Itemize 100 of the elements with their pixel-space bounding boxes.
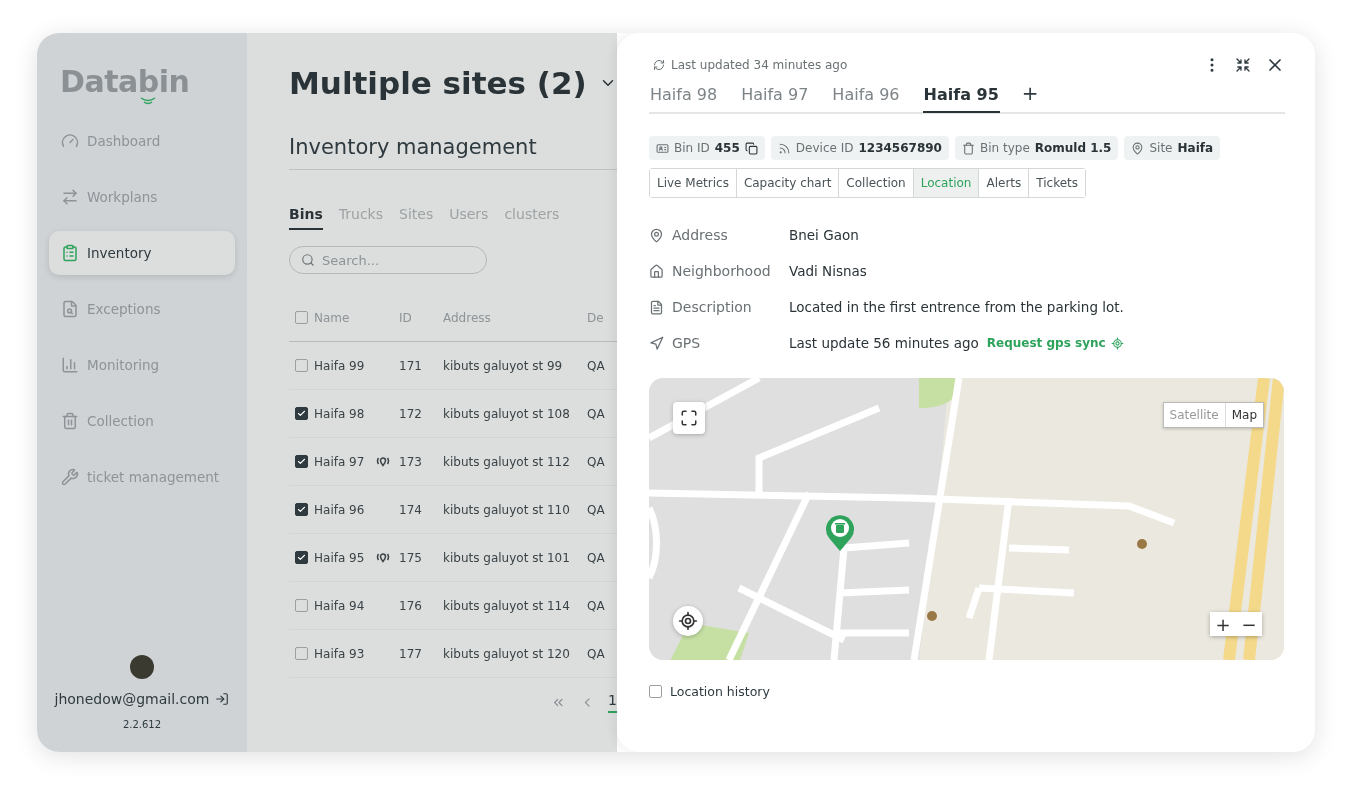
tab[interactable]: Bins — [289, 206, 323, 230]
bin-tab[interactable]: Haifa 96 — [831, 82, 901, 113]
version-text: 2.2.612 — [122, 719, 162, 730]
checkbox[interactable] — [295, 407, 308, 420]
avatar[interactable] — [130, 655, 154, 679]
map-type-button[interactable]: Map — [1224, 403, 1263, 427]
checkbox[interactable] — [295, 311, 308, 324]
signal-icon — [777, 141, 791, 155]
info-chip: Site Haifa — [1124, 136, 1221, 160]
info-chip: Bin ID 455 — [649, 136, 765, 160]
table-cell: Haifa 96 — [314, 502, 365, 517]
check-icon — [297, 409, 306, 418]
nav-item[interactable]: ticket management — [49, 455, 235, 499]
id-card-icon — [656, 141, 669, 155]
table-cell-text: 176 — [399, 598, 423, 613]
wrench-icon — [61, 468, 79, 486]
table-cell-text: 171 — [399, 358, 423, 373]
check-icon — [297, 553, 306, 562]
refresh-icon[interactable] — [653, 59, 665, 71]
info-chip: Bin type Romuld 1.5 — [954, 136, 1119, 160]
zoom-out-button[interactable]: − — [1236, 612, 1262, 636]
search-field[interactable]: Search... — [289, 246, 487, 274]
checkbox-label: Location history — [670, 684, 770, 699]
detail-label: Neighborhood — [672, 263, 771, 279]
table-cell-text: 175 — [399, 550, 423, 565]
checkbox[interactable] — [295, 599, 308, 612]
trash-icon — [61, 412, 79, 430]
checkbox[interactable] — [295, 359, 308, 372]
section-title: Inventory management — [289, 135, 617, 170]
table-cell-text: 174 — [399, 502, 423, 517]
logo: Databin — [60, 65, 190, 99]
table-cell-text: kibuts galuyot st 101 — [443, 550, 571, 565]
column-header: Name — [314, 310, 350, 325]
last-updated-text: Last updated 34 minutes ago — [671, 58, 848, 72]
bin-pin-icon[interactable] — [825, 514, 855, 552]
table-cell-text: 172 — [399, 406, 423, 421]
table-cell-text: kibuts galuyot st 110 — [443, 502, 571, 517]
add-tab-button[interactable]: + — [1021, 81, 1039, 112]
table-cell-text: kibuts galuyot st 112 — [443, 454, 571, 469]
nav-item[interactable]: Exceptions — [49, 287, 235, 331]
bin-tab[interactable]: Haifa 95 — [922, 82, 1000, 113]
table-cell: Haifa 99 — [314, 358, 365, 373]
detail-value: Bnei Gaon — [789, 227, 859, 243]
nav-item[interactable]: Monitoring — [49, 343, 235, 387]
bin-tab[interactable]: Haifa 98 — [649, 82, 719, 113]
fullscreen-button[interactable] — [673, 402, 705, 434]
check-icon — [297, 505, 306, 514]
nav-item[interactable]: Workplans — [49, 175, 235, 219]
checkbox[interactable] — [295, 455, 308, 468]
column-header: De — [587, 310, 605, 325]
table-cell-text: QA — [587, 406, 606, 421]
nav-item[interactable]: Collection — [49, 399, 235, 443]
location-pin-icon — [649, 227, 664, 243]
fullscreen-icon — [680, 409, 698, 427]
checkbox[interactable] — [649, 685, 662, 698]
map-type-button[interactable]: Satellite — [1163, 403, 1225, 427]
bin-icon — [961, 141, 975, 155]
locate-icon — [1110, 336, 1124, 350]
nav-item[interactable]: Dashboard — [49, 119, 235, 163]
location-pin-icon — [1131, 141, 1145, 155]
checkbox[interactable] — [295, 551, 308, 564]
table-cell-text: kibuts galuyot st 108 — [443, 406, 571, 421]
detail-label: Address — [672, 227, 728, 243]
collapse-icon[interactable] — [1235, 57, 1251, 73]
section-tab[interactable]: Location — [912, 169, 979, 197]
page-title: Multiple sites (2) — [289, 65, 587, 101]
table-cell-text: QA — [587, 646, 606, 661]
signal-icon — [138, 97, 158, 105]
check-icon — [297, 457, 306, 466]
copy-icon[interactable] — [744, 141, 758, 155]
house-icon — [649, 263, 664, 279]
column-header: Address — [443, 310, 492, 325]
table-cell-text: QA — [587, 358, 606, 373]
logout-icon[interactable] — [215, 692, 230, 706]
detail-value: Vadi Nisnas — [789, 263, 867, 279]
table-cell-text: 173 — [399, 454, 423, 469]
gauge-icon — [61, 132, 79, 150]
checkbox[interactable] — [295, 647, 308, 660]
zoom-in-button[interactable]: + — [1210, 612, 1236, 636]
table-cell: Haifa 93 — [314, 646, 365, 661]
checkbox[interactable] — [295, 503, 308, 516]
nav-item[interactable]: Inventory — [49, 231, 235, 275]
bin-tab[interactable]: Haifa 97 — [740, 82, 810, 113]
table-cell-text: 177 — [399, 646, 423, 661]
table-cell-text: QA — [587, 550, 606, 565]
detail-value: Located in the first entrence from the parking lot. — [789, 299, 1124, 315]
table-cell: Haifa 97 — [314, 454, 365, 469]
detail-value: Last update 56 minutes ago — [789, 335, 979, 351]
table-cell-text: kibuts galuyot st 120 — [443, 646, 571, 661]
detail-label: GPS — [672, 335, 701, 351]
request-sync-link[interactable]: Request gps sync — [986, 336, 1124, 350]
section-tab[interactable]: Tickets — [1028, 169, 1086, 197]
table-cell-text: kibuts galuyot st 114 — [443, 598, 571, 613]
column-header: ID — [399, 310, 413, 325]
document-search-icon — [61, 300, 79, 318]
user-email: jhonedow@gmail.com — [54, 691, 210, 707]
table-cell-text: QA — [587, 598, 606, 613]
locate-icon — [678, 611, 698, 631]
table-cell: Haifa 95 — [314, 550, 365, 565]
info-chip: Device ID 1234567890 — [770, 136, 949, 160]
